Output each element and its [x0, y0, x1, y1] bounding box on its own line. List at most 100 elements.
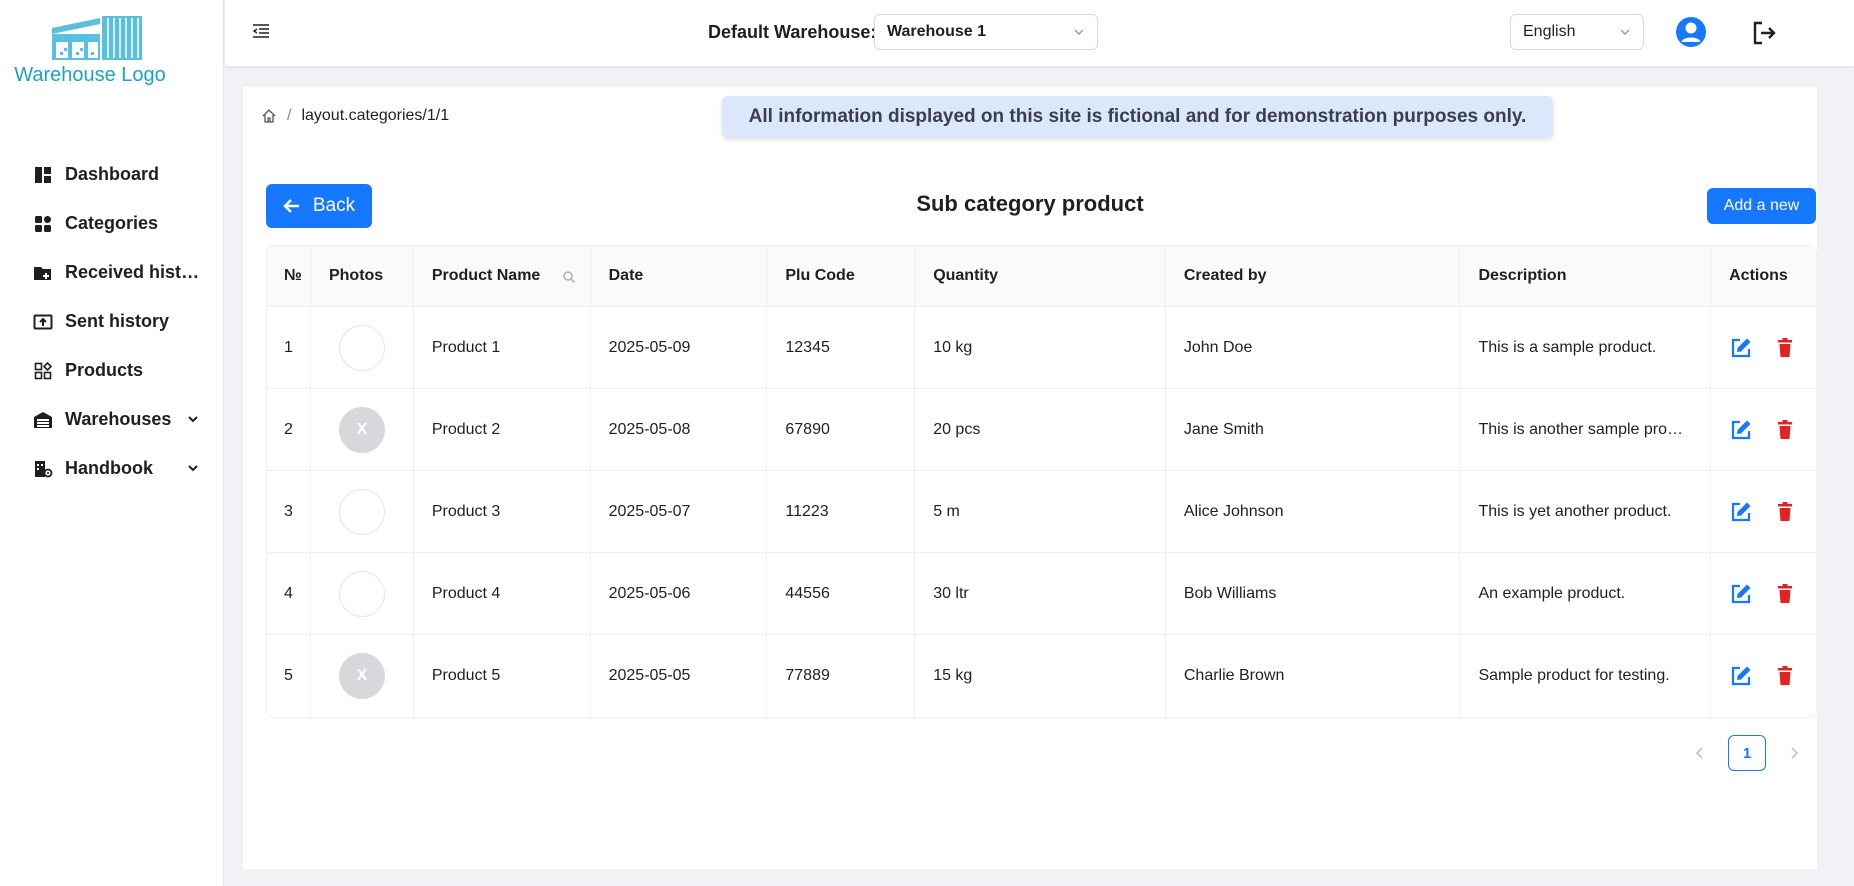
header-quantity: Quantity	[915, 246, 1166, 306]
product-photo[interactable]	[338, 488, 385, 535]
main-content: / layout.categories/1/1 All information …	[243, 87, 1817, 869]
row-photo-cell	[311, 307, 414, 388]
row-number: 5	[267, 635, 311, 717]
row-description: This is yet another product.	[1478, 502, 1672, 520]
default-warehouse-label: Default Warehouse:	[708, 22, 877, 42]
sidebar-item-sent-history[interactable]: Sent history	[0, 297, 224, 346]
delete-icon[interactable]	[1773, 582, 1797, 606]
edit-icon[interactable]	[1729, 582, 1753, 606]
row-date: 2025-05-07	[591, 471, 768, 552]
header-date: Date	[591, 246, 768, 306]
row-number: 3	[267, 471, 311, 552]
delete-icon[interactable]	[1773, 336, 1797, 360]
row-actions	[1711, 635, 1816, 717]
row-actions	[1711, 553, 1816, 634]
warehouse-select[interactable]: Warehouse 1	[874, 14, 1098, 50]
warehouse-select-value: Warehouse 1	[887, 23, 986, 40]
product-photo[interactable]	[338, 324, 385, 371]
sidebar-item-label: Handbook	[65, 458, 153, 478]
row-description: This is another sample prod...	[1478, 420, 1689, 438]
delete-icon[interactable]	[1773, 664, 1797, 688]
row-product-name: Product 4	[414, 553, 591, 634]
row-number: 4	[267, 553, 311, 634]
row-description-cell: This is a sample product.	[1460, 307, 1712, 388]
edit-icon[interactable]	[1729, 664, 1753, 688]
row-product-name: Product 2	[414, 389, 591, 470]
edit-icon[interactable]	[1729, 418, 1753, 442]
row-photo-cell: X	[311, 389, 414, 470]
breadcrumb-current: layout.categories/1/1	[301, 107, 450, 124]
language-select[interactable]: English	[1510, 14, 1644, 50]
sidebar-item-categories[interactable]: Categories	[0, 199, 224, 248]
row-description: This is a sample product.	[1478, 338, 1657, 356]
home-icon[interactable]	[261, 108, 277, 124]
logout-icon[interactable]	[1750, 19, 1778, 47]
sidebar-item-products[interactable]: Products	[0, 346, 224, 395]
row-created-by: Bob Williams	[1166, 553, 1461, 634]
warehouse-logo[interactable]: Warehouse Logo	[14, 14, 166, 90]
row-description: An example product.	[1478, 584, 1626, 602]
product-photo[interactable]: X	[338, 653, 385, 699]
row-created-by: Jane Smith	[1166, 389, 1461, 470]
sidebar-item-label: Categories	[65, 213, 159, 233]
row-created-by: Charlie Brown	[1166, 635, 1461, 717]
sidebar-item-label: Sent history	[65, 311, 170, 331]
table-row: 1 Product 1 2025-05-09 12345 10 kg John …	[267, 307, 1816, 389]
sidebar-item-warehouses[interactable]: Warehouses	[0, 395, 224, 444]
sent-upload-icon	[33, 312, 53, 332]
delete-icon[interactable]	[1773, 500, 1797, 524]
sidebar-item-label: Received histo...	[65, 262, 200, 282]
row-description-cell: This is yet another product.	[1460, 471, 1712, 552]
header-actions: Actions	[1729, 267, 1788, 284]
dashboard-icon	[33, 165, 53, 185]
menu-fold-icon[interactable]	[251, 22, 271, 40]
sidebar-nav: Dashboard Categories Received histo... S…	[0, 150, 224, 493]
demo-notice-banner: All information displayed on this site i…	[722, 96, 1553, 138]
back-button-label: Back	[312, 195, 356, 216]
warehouse-icon	[33, 410, 53, 430]
row-date: 2025-05-08	[591, 389, 768, 470]
sidebar-item-received-history[interactable]: Received histo...	[0, 248, 224, 297]
row-plu-code: 44556	[767, 553, 916, 634]
row-actions	[1711, 389, 1816, 470]
row-product-name: Product 5	[414, 635, 591, 717]
add-new-button[interactable]: Add a new	[1707, 188, 1816, 224]
row-actions	[1711, 471, 1816, 552]
row-created-by: Alice Johnson	[1166, 471, 1461, 552]
edit-icon[interactable]	[1729, 336, 1753, 360]
logo-text: Warehouse Logo	[14, 64, 166, 86]
table-row: 3 Product 3 2025-05-07 11223 5 m Alice J…	[267, 471, 1816, 553]
row-product-name: Product 1	[414, 307, 591, 388]
language-select-value: English	[1523, 23, 1576, 40]
page-number-button[interactable]: 1	[1728, 735, 1766, 771]
row-quantity: 10 kg	[915, 307, 1166, 388]
product-photo[interactable]: X	[338, 406, 385, 453]
row-description-cell: An example product.	[1460, 553, 1712, 634]
back-button[interactable]: Back	[266, 184, 372, 228]
chevron-right-icon[interactable]	[1786, 745, 1802, 761]
row-actions	[1711, 307, 1816, 388]
row-plu-code: 77889	[767, 635, 916, 717]
chevron-down-icon	[1074, 29, 1084, 35]
row-plu-code: 67890	[767, 389, 916, 470]
sidebar-item-handbook[interactable]: Handbook	[0, 444, 224, 493]
product-photo[interactable]	[338, 570, 385, 617]
row-date: 2025-05-06	[591, 553, 768, 634]
row-description-cell: This is another sample prod...	[1460, 389, 1712, 470]
pagination: 1	[1692, 735, 1802, 771]
sidebar: Warehouse Logo Dashboard Categories Rece…	[0, 0, 224, 886]
user-avatar-icon[interactable]	[1675, 16, 1707, 48]
sidebar-item-dashboard[interactable]: Dashboard	[0, 150, 224, 199]
header-product-name: Product Name	[414, 246, 591, 306]
search-icon[interactable]	[562, 270, 576, 284]
sidebar-item-label: Dashboard	[65, 164, 160, 184]
edit-icon[interactable]	[1729, 500, 1753, 524]
handbook-icon	[33, 459, 53, 479]
delete-icon[interactable]	[1773, 418, 1797, 442]
row-date: 2025-05-05	[591, 635, 768, 717]
warehouse-logo-icon	[52, 16, 142, 60]
page-title: Sub category product	[916, 191, 1144, 216]
row-product-name: Product 3	[414, 471, 591, 552]
chevron-left-icon[interactable]	[1692, 745, 1708, 761]
row-quantity: 5 m	[915, 471, 1166, 552]
